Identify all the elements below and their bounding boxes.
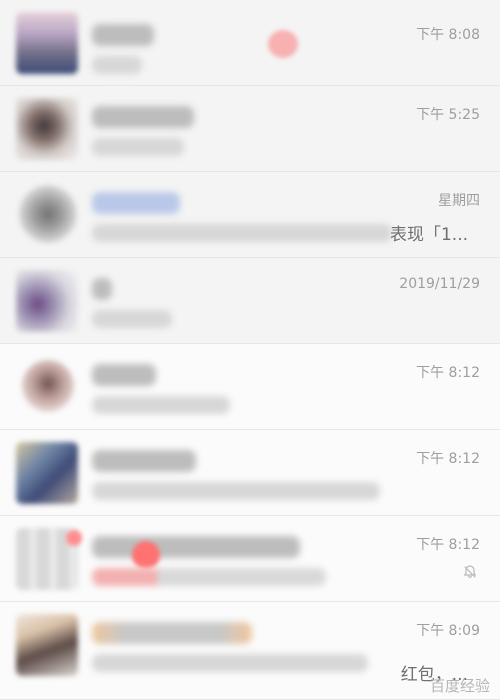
chat-name-blurred: [92, 622, 252, 644]
chat-row[interactable]: 下午 5:25: [0, 86, 500, 172]
avatar: [16, 270, 78, 332]
chat-name-blurred: [92, 278, 112, 300]
chat-preview-blurred: [92, 138, 184, 156]
chat-time: 下午 8:12: [416, 451, 480, 467]
unread-dot: [268, 30, 298, 58]
chat-preview-blurred: [92, 224, 392, 242]
avatar: [19, 185, 77, 243]
chat-time: 2019/11/29: [399, 276, 480, 292]
chat-name-blurred: [92, 106, 194, 128]
chat-time: 下午 8:12: [416, 365, 480, 381]
chat-row[interactable]: 2019/11/29: [0, 258, 500, 344]
avatar: [16, 442, 78, 504]
chat-row[interactable]: 下午 8:12: [0, 344, 500, 430]
chat-preview-snippet: 表现「1...: [389, 225, 468, 245]
chat-preview-blurred: [92, 396, 230, 414]
chat-preview-blurred: [92, 654, 368, 672]
unread-dot: [132, 541, 160, 569]
chat-time: 下午 8:12: [416, 537, 480, 553]
avatar: [16, 12, 78, 74]
chat-row[interactable]: 下午 8:09 红包，...: [0, 602, 500, 700]
chat-time: 星期四: [438, 193, 480, 209]
chat-name-blurred: [92, 24, 154, 46]
chat-time: 下午 5:25: [416, 107, 480, 123]
chat-time: 下午 8:08: [416, 27, 480, 43]
chat-list-screen: 下午 8:08 下午 5:25 星期四 表现「1... 2019/11/29 下…: [0, 0, 500, 700]
chat-name-blurred: [92, 536, 300, 558]
chat-name-blurred: [92, 364, 156, 386]
chat-preview-blurred: [92, 482, 380, 500]
chat-row[interactable]: 下午 8:12: [0, 516, 500, 602]
chat-preview-blurred: [92, 568, 326, 586]
chat-preview-blurred: [92, 56, 142, 74]
watermark: 百度经验: [429, 677, 490, 695]
chat-time: 下午 8:09: [416, 623, 480, 639]
avatar: [16, 98, 78, 160]
avatar: [16, 614, 78, 676]
chat-row[interactable]: 下午 8:12: [0, 430, 500, 516]
bell-off-icon: [464, 565, 476, 579]
avatar: [22, 360, 74, 412]
chat-row[interactable]: 星期四 表现「1...: [0, 172, 500, 258]
chat-name-blurred: [92, 192, 180, 214]
chat-name-blurred: [92, 450, 196, 472]
chat-row[interactable]: 下午 8:08: [0, 0, 500, 86]
chat-preview-blurred: [92, 310, 172, 328]
unread-badge: [66, 530, 82, 546]
